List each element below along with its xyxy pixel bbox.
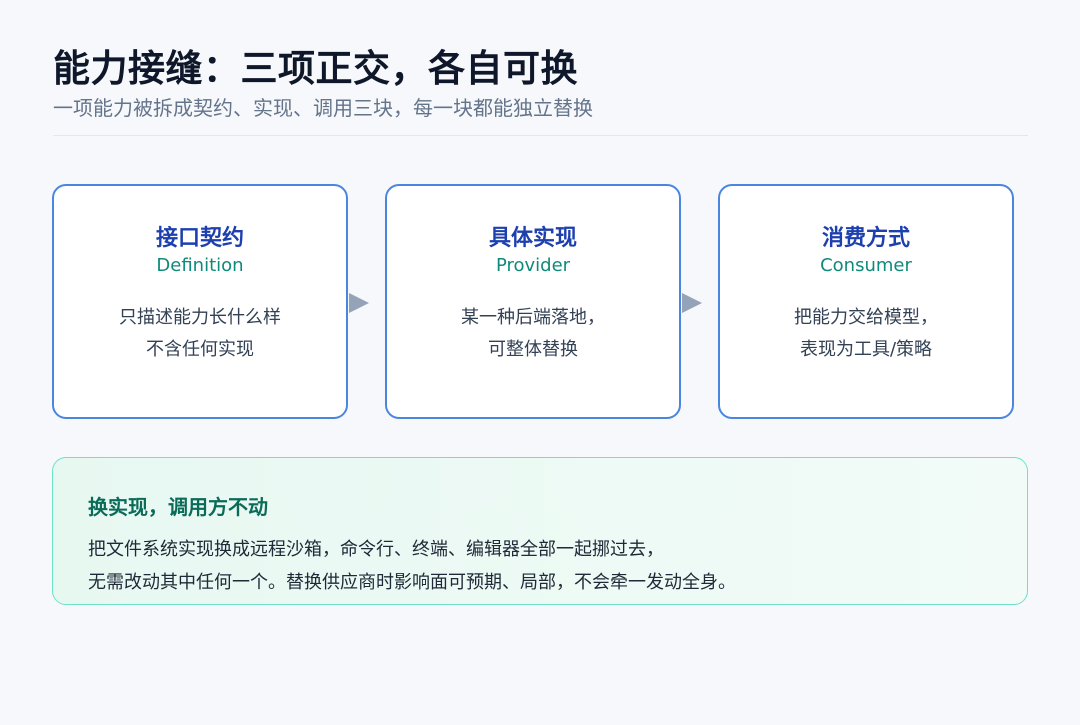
note-box: 换实现，调用方不动 把文件系统实现换成远程沙箱，命令行、终端、编辑器全部一起挪过… — [52, 457, 1028, 605]
arrow-right-icon — [349, 293, 369, 313]
card-description-line: 只描述能力长什么样 — [119, 307, 281, 328]
card-title: 接口契约 — [155, 226, 244, 251]
card-provider: 具体实现 Provider 某一种后端落地， 可整体替换 — [385, 184, 681, 419]
card-description-line: 某一种后端落地， — [461, 307, 605, 328]
note-body: 把文件系统实现换成远程沙箱，命令行、终端、编辑器全部一起挪过去， 无需改动其中任… — [88, 533, 736, 599]
page-subtitle: 一项能力被拆成契约、实现、调用三块，每一块都能独立替换 — [53, 96, 593, 120]
card-title: 具体实现 — [488, 226, 577, 251]
note-title: 换实现，调用方不动 — [88, 495, 268, 519]
card-subtitle: Consumer — [820, 255, 912, 276]
card-subtitle: Definition — [156, 255, 244, 276]
card-title: 消费方式 — [821, 226, 910, 251]
card-consumer: 消费方式 Consumer 把能力交给模型， 表现为工具/策略 — [718, 184, 1014, 419]
note-line: 把文件系统实现换成远程沙箱，命令行、终端、编辑器全部一起挪过去， — [88, 539, 664, 560]
card-description: 把能力交给模型， 表现为工具/策略 — [720, 302, 1012, 366]
card-subtitle: Provider — [495, 255, 571, 276]
card-description-line: 把能力交给模型， — [794, 307, 938, 328]
card-interface-contract: 接口契约 Definition 只描述能力长什么样 不含任何实现 — [52, 184, 348, 419]
header-divider — [53, 135, 1028, 136]
page-title: 能力接缝：三项正交，各自可换 — [53, 47, 578, 90]
arrow-right-icon — [682, 293, 702, 313]
slide: 能力接缝：三项正交，各自可换 一项能力被拆成契约、实现、调用三块，每一块都能独立… — [0, 0, 1080, 725]
card-description: 只描述能力长什么样 不含任何实现 — [54, 302, 346, 366]
note-line: 无需改动其中任何一个。替换供应商时影响面可预期、局部，不会牵一发动全身。 — [88, 572, 736, 593]
card-description-line: 不含任何实现 — [146, 339, 254, 360]
card-description: 某一种后端落地， 可整体替换 — [387, 302, 679, 366]
card-description-line: 表现为工具/策略 — [799, 339, 933, 360]
card-description-line: 可整体替换 — [488, 339, 578, 360]
